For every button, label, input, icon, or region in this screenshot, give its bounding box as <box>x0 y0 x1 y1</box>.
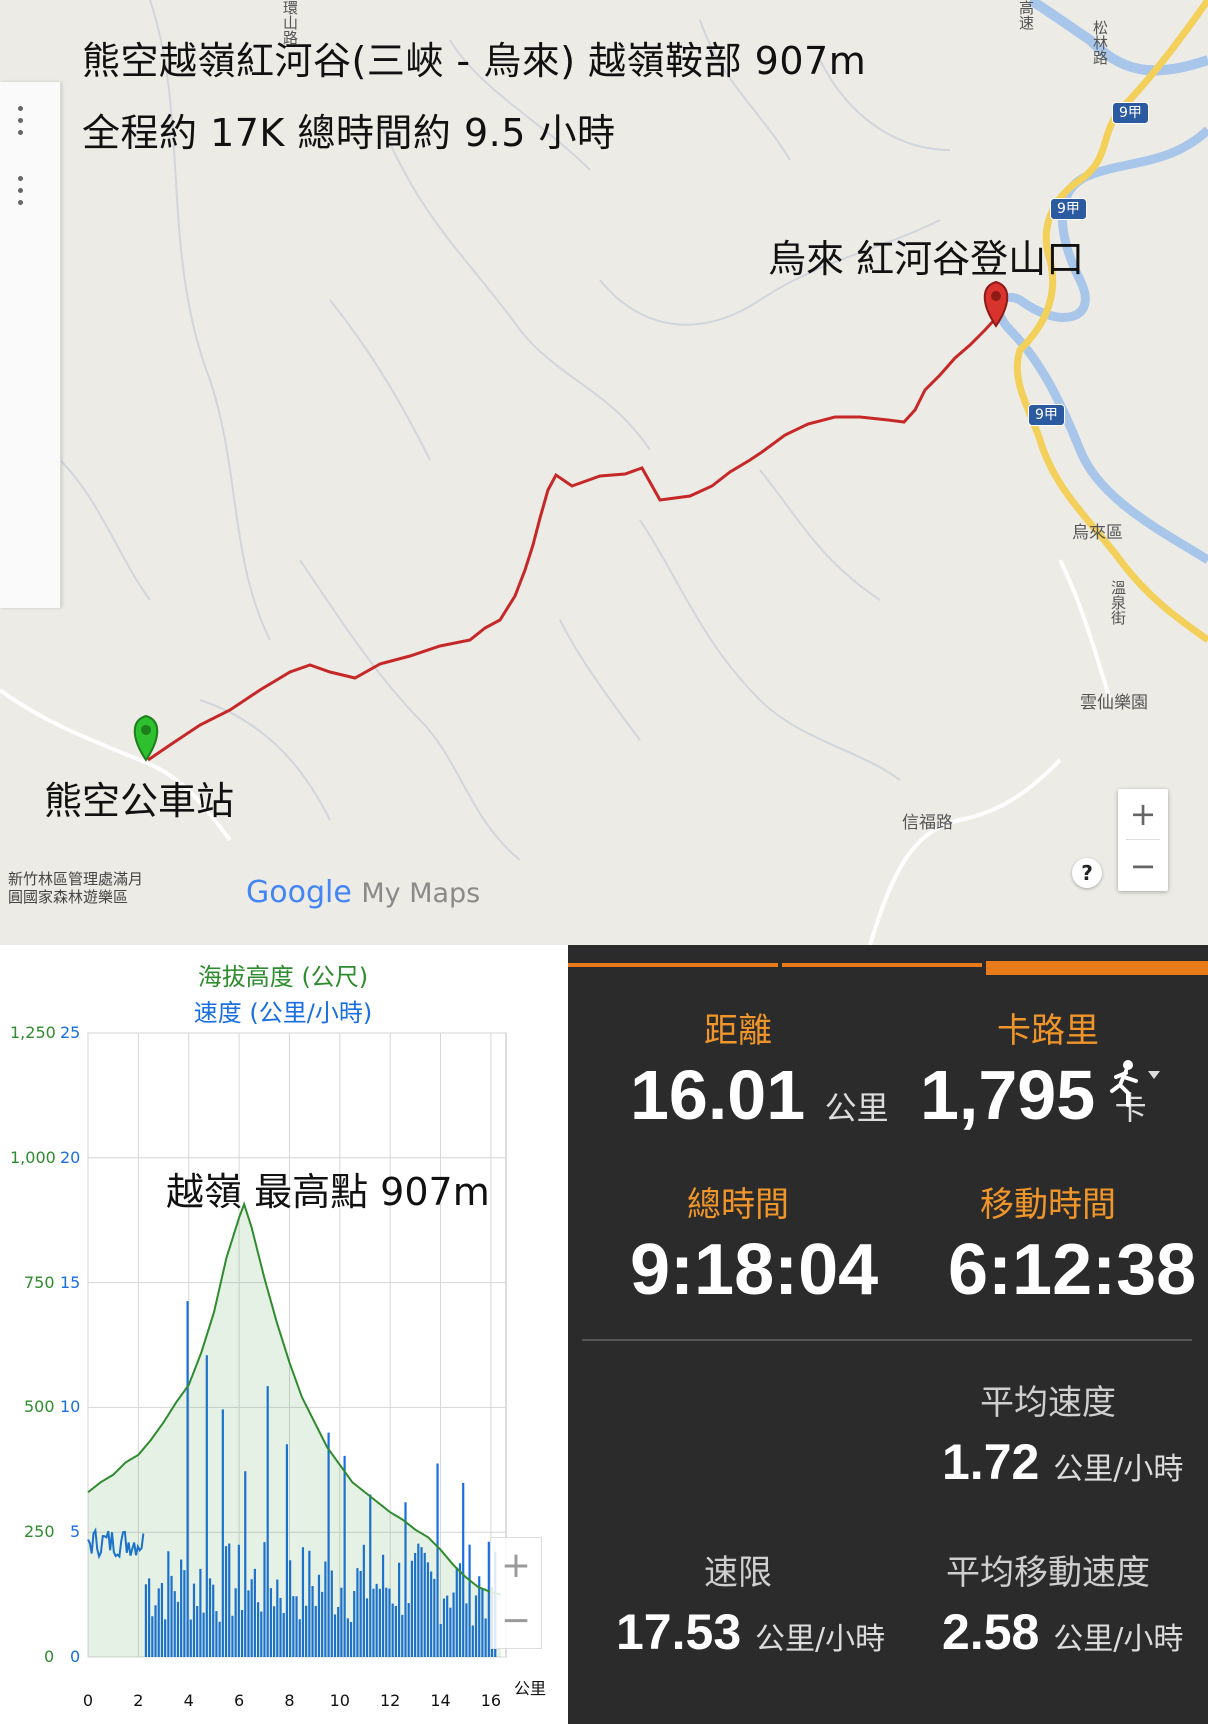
x-tick-label: 16 <box>480 1691 502 1710</box>
moving-time-label: 移動時間 <box>980 1185 1116 1225</box>
place-xinfu: 信福路 <box>902 813 953 833</box>
y-right-tick-label: 0 <box>70 1647 81 1666</box>
map-title-line2: 全程約 17K 總時間約 9.5 小時 <box>82 111 616 155</box>
distance-unit: 公里 <box>824 1089 889 1127</box>
avg-speed-label: 平均速度 <box>980 1383 1116 1423</box>
avg-speed-value: 1.72 公里/小時 <box>942 1433 1183 1491</box>
map-poi-note: 新竹林區管理處滿月 圓國家森林遊樂區 <box>8 870 143 906</box>
x-tick-label: 8 <box>284 1691 295 1710</box>
start-point-label: 熊空公車站 <box>44 779 235 823</box>
road-badge-9a-3: 9甲 <box>1028 404 1065 426</box>
x-tick-label: 0 <box>82 1691 94 1710</box>
chart-zoom-out-button[interactable]: − <box>491 1593 541 1648</box>
max-speed-number: 17.53 <box>616 1604 742 1660</box>
place-top-left-1: 環山路 <box>281 0 299 45</box>
y-left-tick-label: 750 <box>24 1272 55 1292</box>
legend-elevation: 海拔高度 (公尺) <box>197 963 369 991</box>
map-title-line1: 熊空越嶺紅河谷(三峽 - 烏來) 越嶺鞍部 907m <box>82 39 867 83</box>
avg-moving-speed-label: 平均移動速度 <box>946 1553 1150 1593</box>
layer-menu-icon-2[interactable] <box>14 174 26 210</box>
x-tick-label: 4 <box>183 1691 194 1710</box>
zoom-in-button[interactable]: + <box>1118 789 1168 839</box>
avg-moving-speed-value: 2.58 公里/小時 <box>942 1603 1183 1661</box>
y-right-tick-label: 15 <box>60 1272 81 1292</box>
zoom-out-button[interactable]: − <box>1118 841 1168 891</box>
calories-label: 卡路里 <box>997 1011 1099 1051</box>
stats-tab-2[interactable] <box>782 963 982 967</box>
map-panel[interactable]: 熊空越嶺紅河谷(三峽 - 烏來) 越嶺鞍部 907m 全程約 17K 總時間約 … <box>0 0 1208 945</box>
x-tick-label: 6 <box>233 1691 245 1710</box>
y-right-tick-label: 20 <box>60 1147 81 1167</box>
chart-zoom-in-button[interactable]: + <box>491 1538 541 1593</box>
y-right-tick-label: 5 <box>70 1522 81 1542</box>
avg-speed-unit: 公里/小時 <box>1053 1452 1184 1487</box>
y-left-tick-label: 0 <box>44 1647 55 1666</box>
x-tick-label: 2 <box>133 1691 144 1710</box>
map-zoom-control: + − <box>1118 789 1168 891</box>
map-poi-note-line2: 圓國家森林遊樂區 <box>8 888 129 906</box>
stats-divider <box>582 1339 1192 1341</box>
avg-moving-speed-unit: 公里/小時 <box>1053 1622 1184 1657</box>
map-side-panel <box>0 82 61 608</box>
stats-tab-1[interactable] <box>568 963 778 967</box>
mymaps-text: My Maps <box>361 878 481 909</box>
running-icon[interactable] <box>1106 1057 1166 1107</box>
y-left-tick-label: 1,000 <box>10 1147 56 1167</box>
road-badge-9a-2: 9甲 <box>1050 198 1087 220</box>
y-right-tick-label: 25 <box>60 1023 81 1042</box>
legend-speed: 速度 (公里/小時) <box>193 999 373 1027</box>
max-speed-unit: 公里/小時 <box>755 1622 886 1657</box>
place-wenquan: 溫泉街 <box>1109 580 1127 625</box>
calories-number: 1,795 <box>920 1056 1096 1134</box>
y-left-tick-label: 250 <box>24 1522 55 1542</box>
place-wulai: 烏來區 <box>1072 523 1123 543</box>
google-mymaps-logo: Google My Maps <box>246 875 480 910</box>
x-tick-label: 10 <box>329 1691 350 1710</box>
stats-tab-bar <box>568 945 1208 975</box>
road-badge-9a-1: 9甲 <box>1112 102 1149 124</box>
place-top-right-1: 高速 <box>1017 0 1035 30</box>
place-yunxian: 雲仙樂園 <box>1080 693 1148 713</box>
x-tick-label: 12 <box>379 1691 401 1710</box>
start-marker[interactable] <box>133 714 159 762</box>
x-axis-unit: 公里 <box>514 1679 547 1698</box>
y-left-tick-label: 500 <box>24 1397 55 1417</box>
help-button[interactable]: ? <box>1072 858 1102 888</box>
max-speed-value: 17.53 公里/小時 <box>616 1603 885 1661</box>
hiking-route <box>147 316 998 762</box>
avg-speed-number: 1.72 <box>942 1434 1040 1490</box>
activity-stats-panel: 距離 16.01 公里 卡路里 1,795 卡 總時間 9:18:04 移動時間… <box>568 945 1208 1724</box>
chart-zoom-control: + − <box>490 1537 542 1649</box>
layer-menu-icon[interactable] <box>14 104 26 140</box>
place-top-right-2: 松林路 <box>1091 20 1109 65</box>
elevation-speed-chart: 海拔高度 (公尺) 速度 (公里/小時) 越嶺 最高點 907m 0 0 250 5 5… <box>0 945 566 1724</box>
max-speed-label: 速限 <box>704 1553 772 1593</box>
total-time-label: 總時間 <box>687 1185 789 1225</box>
stats-tab-3-active[interactable] <box>986 961 1208 975</box>
distance-value: 16.01 公里 <box>630 1055 889 1135</box>
moving-time-value: 6:12:38 <box>948 1230 1197 1310</box>
map-poi-note-line1: 新竹林區管理處滿月 <box>8 870 144 888</box>
peak-annotation: 越嶺 最高點 907m <box>166 1170 490 1214</box>
google-logo-text: Google <box>246 875 352 910</box>
end-point-label: 烏來 紅河谷登山口 <box>768 237 1085 281</box>
y-right-tick-label: 10 <box>60 1397 81 1417</box>
total-time-value: 9:18:04 <box>630 1230 879 1310</box>
avg-moving-speed-number: 2.58 <box>942 1604 1040 1660</box>
distance-number: 16.01 <box>630 1056 806 1134</box>
x-tick-label: 14 <box>430 1691 451 1710</box>
y-left-tick-label: 1,250 <box>10 1023 56 1042</box>
chart-canvas <box>87 1032 507 1658</box>
distance-label: 距離 <box>704 1011 772 1051</box>
